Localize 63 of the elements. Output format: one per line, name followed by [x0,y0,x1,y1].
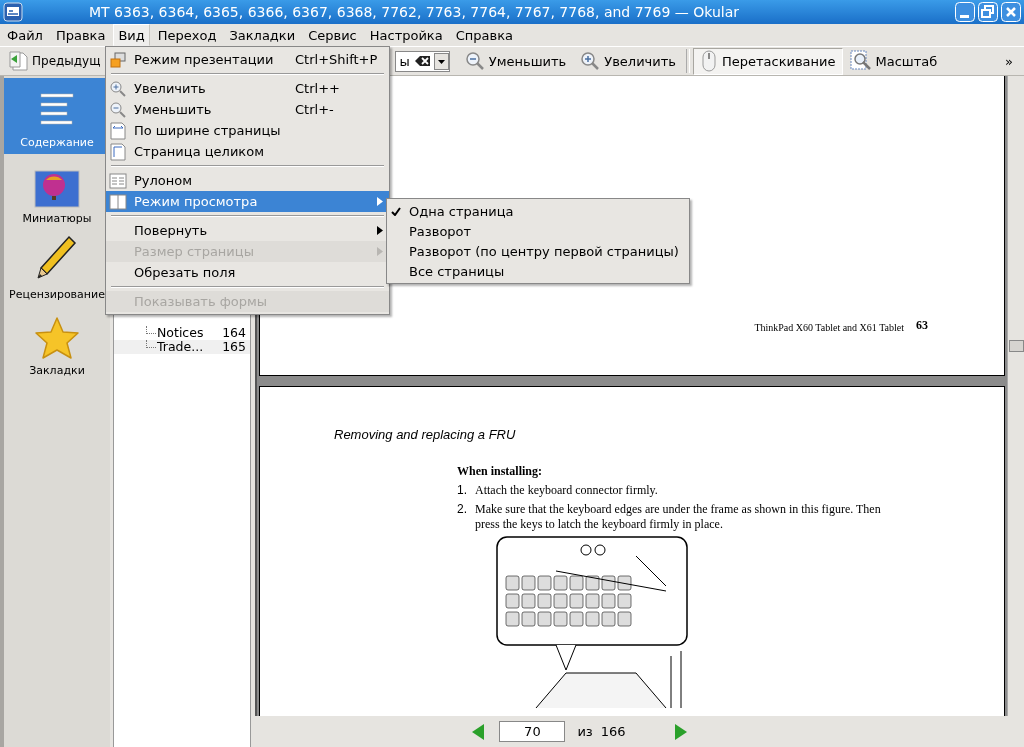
maximize-icon[interactable] [978,2,998,22]
vertical-scrollbar[interactable] [1007,76,1024,716]
menu-item[interactable]: Переход [152,24,222,46]
check-icon [391,206,401,216]
balloon-picture-icon [34,170,80,208]
continuous-pages-icon [109,171,127,190]
zoom-out-icon [109,100,127,119]
tree-item[interactable]: Trade... [157,340,223,354]
step-number: 2. [457,502,468,518]
submenu-arrow-icon [377,197,383,206]
previous-arrow-icon[interactable] [471,722,486,741]
menu-item[interactable]: Сервис [303,24,362,46]
section-heading: Removing and replacing a FRU [334,427,517,442]
window-title: MT 6363, 6364, 6365, 6366, 6367, 6368, 7762, 7763, 7764, 7767, 7768, and 7769 — Okular [88,4,740,20]
zoom-out-icon [464,51,485,71]
menu-item[interactable]: Одна страница [387,201,689,221]
zoom-in-icon [580,51,601,71]
toolbar-toggle-button[interactable]: Масштаб [842,47,945,75]
page-number-field[interactable]: 70 [499,721,566,742]
menu-item[interactable]: Разворот [387,221,689,241]
menu-item[interactable]: Режим просмотра [106,191,389,212]
next-arrow-icon[interactable] [673,722,688,741]
step-text: Make sure that the keyboard edges are under the frame as shown in this figure. Then press the keys to latch the keyboard firmly in place. [475,502,882,532]
step-number: 1. [457,483,468,498]
page-number: 164 [222,326,247,340]
fit-page-icon [109,142,127,161]
submenu-arrow-icon [377,226,383,235]
presentation-icon [109,50,127,69]
menu-item[interactable]: Файл [2,24,48,46]
close-icon[interactable] [1001,2,1021,22]
menu-item[interactable]: Правка [50,24,111,46]
menu-item[interactable]: Вид [113,24,150,46]
menu-item[interactable]: Разворот (по центру первой страницы) [387,241,689,261]
app-icon[interactable] [3,2,23,22]
zoom-combo-box[interactable]: ы [394,50,450,72]
more-button[interactable]: » [998,47,1020,75]
clear-icon[interactable] [414,55,431,67]
page-number: 165 [222,340,247,354]
zoom-selection-icon [849,50,872,72]
tree-item[interactable]: Notices [157,326,223,340]
zoom-in-icon [109,79,127,98]
subheading: When installing: [457,464,544,479]
minimize-icon[interactable] [955,2,975,22]
menu-item[interactable]: Режим презентации Ctrl+Shift+P [106,49,389,70]
page-of-label: из [577,724,593,739]
menu-item[interactable]: Все страницы [387,261,689,281]
menu-item[interactable]: Настройка [364,24,448,46]
toolbar-button[interactable]: Увеличить [573,47,683,75]
submenu-arrow-icon [377,247,383,256]
page-footer-title: ThinkPad X60 Tablet and X61 Tablet [754,322,904,333]
mouse-icon [699,50,718,72]
step-text: Attach the keyboard connector firmly. [475,483,658,498]
toolbar-button[interactable]: Уменьшить [457,47,574,75]
toolbar-toggle-button[interactable]: Перетаскивание [692,47,843,75]
star-icon [34,316,80,360]
view-mode-icon [109,192,127,211]
menu-item[interactable]: Справка [450,24,518,46]
menu-item[interactable]: Закладки [224,24,301,46]
total-pages: 166 [600,724,626,739]
toolbar-button[interactable]: Предыдущ [3,47,105,75]
previous-page-icon [7,50,29,72]
fit-width-icon [109,121,127,140]
page-footer-number: 63 [916,318,928,333]
